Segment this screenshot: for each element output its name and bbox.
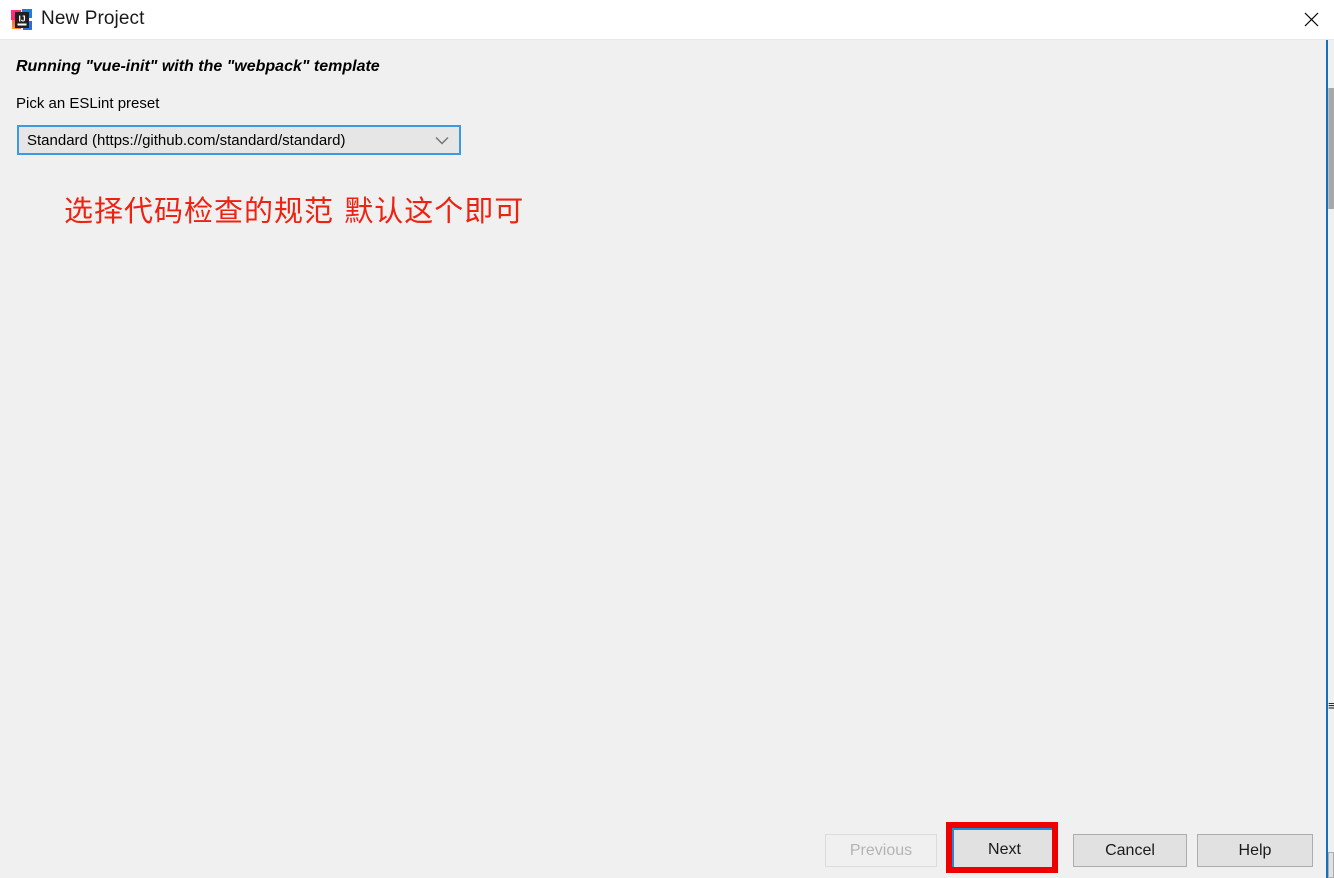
running-template-message: Running "vue-init" with the "webpack" te… xyxy=(16,58,380,75)
help-button[interactable]: Help xyxy=(1197,834,1313,867)
clipped-edge-button[interactable] xyxy=(1328,852,1334,878)
eslint-preset-select[interactable]: Standard (https://github.com/standard/st… xyxy=(17,125,461,155)
title-bar: IJ New Project xyxy=(0,0,1334,40)
window-title: New Project xyxy=(41,8,145,29)
svg-text:IJ: IJ xyxy=(18,14,25,24)
chevron-down-icon xyxy=(425,136,459,145)
clipped-edge-content: ≡ xyxy=(1328,700,1334,713)
dialog-content: Running "vue-init" with the "webpack" te… xyxy=(0,40,1334,878)
intellij-idea-icon: IJ xyxy=(11,9,33,31)
close-icon[interactable] xyxy=(1288,0,1334,39)
new-project-dialog: IJ New Project Running "vue-init" with t… xyxy=(0,0,1334,878)
eslint-preset-label: Pick an ESLint preset xyxy=(16,95,160,112)
right-scrollbar-thumb[interactable] xyxy=(1328,88,1334,209)
eslint-preset-value: Standard (https://github.com/standard/st… xyxy=(27,131,346,149)
cancel-button[interactable]: Cancel xyxy=(1073,834,1187,867)
previous-button[interactable]: Previous xyxy=(825,834,937,867)
next-button[interactable]: Next xyxy=(951,827,1058,873)
chinese-annotation-note: 选择代码检查的规范 默认这个即可 xyxy=(64,194,525,228)
